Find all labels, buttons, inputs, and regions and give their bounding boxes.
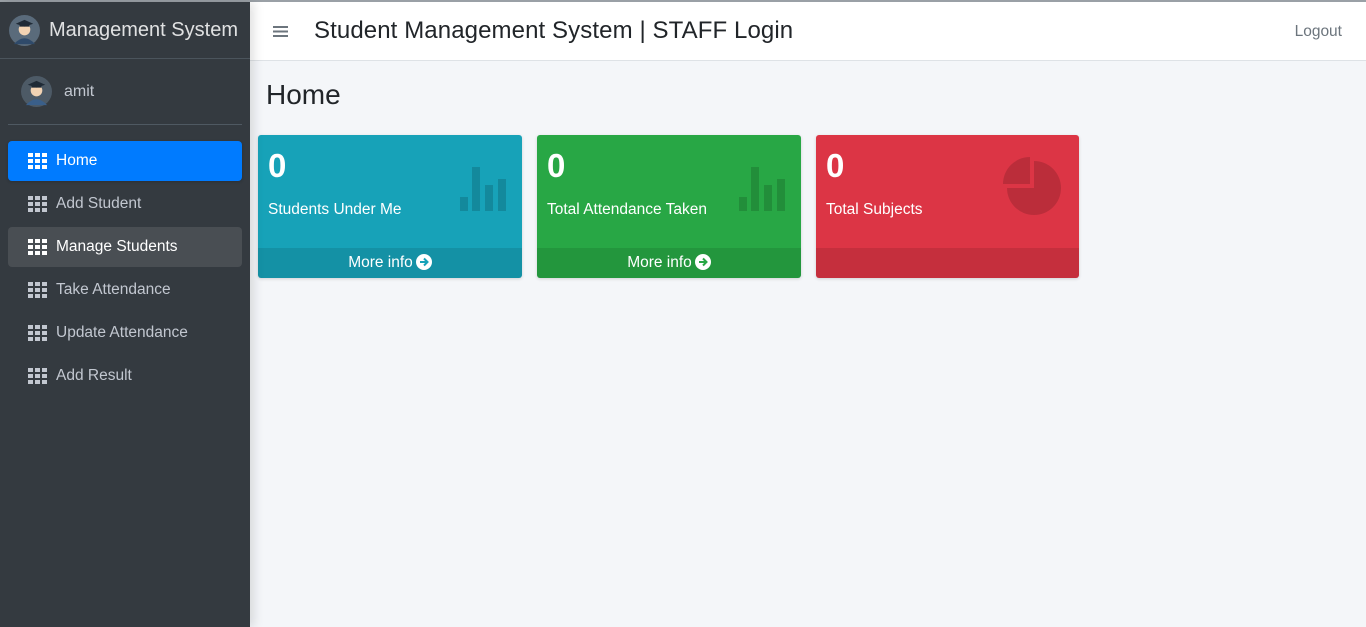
more-info-label: More info	[348, 254, 413, 271]
sidebar-item-label: Take Attendance	[56, 281, 171, 298]
brand-text: Management System	[49, 18, 238, 41]
box-label: Total Subjects	[826, 201, 923, 218]
logout-link[interactable]: Logout	[1295, 23, 1342, 41]
more-info-label: More info	[627, 254, 692, 271]
sidebar-item-label: Manage Students	[56, 238, 178, 255]
top-navbar: Student Management System | STAFF Login …	[250, 2, 1366, 61]
sidebar-item-label: Add Student	[56, 195, 142, 212]
user-name-link[interactable]: amit	[64, 83, 94, 101]
sidebar-item-home[interactable]: Home	[8, 141, 242, 181]
arrow-circle-right-icon	[415, 254, 432, 270]
pie-chart-icon	[1003, 157, 1061, 215]
graduate-avatar-icon	[9, 14, 40, 46]
grid-icon	[28, 368, 47, 384]
bar-chart-icon	[460, 167, 506, 211]
box-count: 0	[547, 147, 566, 184]
grid-icon	[28, 153, 47, 169]
box-count: 0	[826, 147, 845, 184]
sidebar-nav: Home Add Student Manage Students Take At…	[0, 141, 250, 396]
brand-link[interactable]: Management System	[0, 2, 250, 59]
small-box-attendance: 0 Total Attendance Taken More info	[537, 135, 801, 278]
arrow-circle-right-icon	[694, 254, 711, 270]
page: Management System amit Home Add Student …	[0, 0, 1366, 627]
user-avatar-icon	[21, 76, 52, 107]
sidebar-item-label: Home	[56, 152, 98, 169]
user-panel: amit	[8, 59, 242, 125]
header-title: Student Management System | STAFF Login	[314, 17, 794, 44]
hamburger-icon	[272, 25, 288, 37]
sidebar-item-add-result[interactable]: Add Result	[8, 356, 242, 396]
box-label: Total Attendance Taken	[547, 201, 708, 218]
sidebar-item-manage-students[interactable]: Manage Students	[8, 227, 242, 267]
grid-icon	[28, 325, 47, 341]
grid-icon	[28, 239, 47, 255]
page-title: Home	[266, 79, 341, 110]
main-content: Home 0 Students Under Me More info 0 Tot…	[250, 61, 1366, 627]
menu-toggle-icon[interactable]	[250, 19, 310, 44]
box-label: Students Under Me	[268, 201, 402, 218]
more-info-link[interactable]: More info	[537, 248, 801, 278]
sidebar-item-label: Add Result	[56, 367, 132, 384]
grid-icon	[28, 282, 47, 298]
box-footer[interactable]	[816, 248, 1079, 278]
box-count: 0	[268, 147, 287, 184]
sidebar: Management System amit Home Add Student …	[0, 2, 250, 627]
bar-chart-icon	[739, 167, 785, 211]
sidebar-item-add-student[interactable]: Add Student	[8, 184, 242, 224]
more-info-link[interactable]: More info	[258, 248, 522, 278]
sidebar-item-take-attendance[interactable]: Take Attendance	[8, 270, 242, 310]
sidebar-item-update-attendance[interactable]: Update Attendance	[8, 313, 242, 353]
sidebar-item-label: Update Attendance	[56, 324, 188, 341]
grid-icon	[28, 196, 47, 212]
small-box-subjects: 0 Total Subjects	[816, 135, 1079, 278]
small-box-students: 0 Students Under Me More info	[258, 135, 522, 278]
